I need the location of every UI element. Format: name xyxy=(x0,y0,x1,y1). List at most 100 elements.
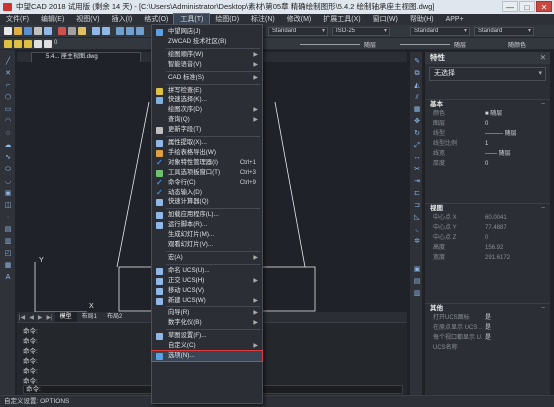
move-icon[interactable]: ✥ xyxy=(413,118,421,126)
hatch-icon[interactable]: ▤ xyxy=(4,226,12,234)
property-row[interactable]: 在原点显示 UCS ... 是 xyxy=(425,323,550,333)
tools-menu-item[interactable]: 生成幻灯片(M)... xyxy=(152,230,262,240)
region-icon[interactable]: ◰ xyxy=(4,250,12,258)
explode-icon[interactable]: ✲ xyxy=(413,238,421,246)
tools-menu-item[interactable]: 移动 UCS(V) xyxy=(152,286,262,296)
collapse-icon[interactable]: − xyxy=(541,204,545,214)
erase-icon[interactable]: ✎ xyxy=(413,58,421,66)
tools-menu-item[interactable]: 加载应用程序(L)... xyxy=(152,210,262,220)
layer-current-value[interactable]: 0 xyxy=(54,40,57,46)
property-row[interactable]: 中心点 Z 0 xyxy=(425,233,550,243)
extend-icon[interactable]: ⇥ xyxy=(413,178,421,186)
tool-palette-icon[interactable]: ▥ xyxy=(413,290,421,298)
lineweight-select[interactable]: 随层 xyxy=(454,40,466,49)
break-icon[interactable]: ⊏ xyxy=(413,190,421,198)
spline-icon[interactable]: ∿ xyxy=(4,154,12,162)
ellipse-arc-icon[interactable]: ◡ xyxy=(4,178,12,186)
sun-icon[interactable] xyxy=(34,40,42,48)
save-icon[interactable] xyxy=(24,27,32,35)
insert-block-icon[interactable]: ▣ xyxy=(4,190,12,198)
property-row[interactable]: 线型 ——— 随层 xyxy=(425,129,550,139)
tools-menu-item[interactable]: 运行脚本(R)... xyxy=(152,220,262,230)
arc-icon[interactable]: ◠ xyxy=(4,118,12,126)
polygon-icon[interactable]: ⬡ xyxy=(4,94,12,102)
stretch-icon[interactable]: ↔ xyxy=(413,154,421,162)
tools-menu-item[interactable]: 正交 UCS(H) ▶ xyxy=(152,276,262,286)
plot-style-select[interactable]: 随颜色 xyxy=(508,40,526,49)
table-icon[interactable]: ▦ xyxy=(4,262,12,270)
text-style-select[interactable]: Standard xyxy=(268,27,328,36)
tools-menu-item[interactable]: 属性提取(X)... xyxy=(152,138,262,148)
property-row[interactable]: 图层 0 xyxy=(425,119,550,129)
make-block-icon[interactable]: ◫ xyxy=(4,202,12,210)
menu-help[interactable]: 帮助(H) xyxy=(404,14,440,25)
tools-menu-item[interactable]: 拼写检查(E) xyxy=(152,86,262,96)
property-row[interactable]: 线宽 —— 随层 xyxy=(425,149,550,159)
preview-icon[interactable] xyxy=(44,27,52,35)
section-view-header[interactable]: 视图 − xyxy=(425,203,550,213)
tools-menu-item[interactable]: CAD 标准(S) ▶ xyxy=(152,73,262,83)
layer-manager-icon[interactable] xyxy=(4,40,12,48)
fillet-icon[interactable]: ◟ xyxy=(413,226,421,234)
circle-icon[interactable]: ○ xyxy=(4,130,12,138)
undo-icon[interactable] xyxy=(92,27,100,35)
prev-tab-icon[interactable]: ◀ xyxy=(27,314,36,321)
gradient-icon[interactable]: ▥ xyxy=(4,238,12,246)
table-style-select[interactable]: Standard xyxy=(410,27,470,36)
tools-menu-item[interactable]: 工具选项板窗口(T) Ctrl+3 xyxy=(152,168,262,178)
tools-menu-item[interactable]: ✓ 动态输入(D) xyxy=(152,188,262,198)
tools-menu-item[interactable]: 中望网店(J) xyxy=(152,27,262,37)
property-row[interactable]: 中心点 Y 77.4887 xyxy=(425,223,550,233)
menu-modify[interactable]: 修改(M) xyxy=(281,14,318,25)
line-icon[interactable]: ╱ xyxy=(4,58,12,66)
offset-icon[interactable]: ⫽ xyxy=(413,94,421,102)
linetype-select[interactable]: 随层 xyxy=(364,40,376,49)
property-row[interactable]: 打开UCS图标 是 xyxy=(425,313,550,323)
property-row[interactable]: 厚度 0 xyxy=(425,159,550,169)
menu-extend-tools[interactable]: 扩展工具(X) xyxy=(317,14,366,25)
rotate-icon[interactable]: ↻ xyxy=(413,130,421,138)
menu-insert[interactable]: 插入(I) xyxy=(106,14,139,25)
trim-icon[interactable]: ✂ xyxy=(413,166,421,174)
menu-file[interactable]: 文件(F) xyxy=(0,14,35,25)
tools-menu-item[interactable]: 自定义(C) ▶ xyxy=(152,341,262,351)
copy-icon[interactable] xyxy=(68,27,76,35)
menu-app-plus[interactable]: APP+ xyxy=(440,14,470,25)
section-basic-header[interactable]: 基本 − xyxy=(425,99,550,109)
rectangle-icon[interactable]: ▭ xyxy=(4,106,12,114)
first-tab-icon[interactable]: |◀ xyxy=(17,314,27,321)
tools-menu-item[interactable]: 向导(R) ▶ xyxy=(152,308,262,318)
document-tab[interactable]: 5.4... 座主视图.dwg xyxy=(31,52,141,62)
scale-icon[interactable]: ⤢ xyxy=(413,142,421,150)
next-tab-icon[interactable]: ▶ xyxy=(36,314,45,321)
property-row[interactable]: 中心点 X 60.0041 xyxy=(425,213,550,223)
tools-menu-item[interactable]: 绘图顺序(W) ▶ xyxy=(152,50,262,60)
tools-menu-item[interactable]: 手绘表格导出(W) xyxy=(152,148,262,158)
tab-layout1[interactable]: 布局1 xyxy=(77,312,102,322)
tools-menu-item[interactable]: 查询(Q) ▶ xyxy=(152,115,262,125)
tab-model[interactable]: 模型 xyxy=(54,312,77,322)
close-button[interactable]: ✕ xyxy=(536,1,552,12)
layer-state-icon[interactable] xyxy=(14,40,22,48)
tools-menu-item[interactable]: ✓ 对象特性管理器(I) Ctrl+1 xyxy=(152,158,262,168)
menu-view[interactable]: 视图(V) xyxy=(70,14,105,25)
menu-window[interactable]: 窗口(W) xyxy=(367,14,404,25)
collapse-icon[interactable]: − xyxy=(541,304,545,314)
tools-menu-item[interactable]: 绘图次序(D) ▶ xyxy=(152,105,262,115)
open-file-icon[interactable] xyxy=(14,27,22,35)
zoom-icon[interactable] xyxy=(126,27,134,35)
redo-icon[interactable] xyxy=(102,27,110,35)
last-tab-icon[interactable]: ▶| xyxy=(44,314,54,321)
polyline-icon[interactable]: ⌐ xyxy=(4,82,12,90)
mirror-icon[interactable]: ◭ xyxy=(413,82,421,90)
tools-menu-item[interactable]: 快速计算器(Q) xyxy=(152,197,262,207)
tools-menu-item[interactable]: 观看幻灯片(V)... xyxy=(152,240,262,250)
cut-icon[interactable] xyxy=(58,27,66,35)
tools-menu-item[interactable]: 宏(A) ▶ xyxy=(152,253,262,263)
tools-menu-item[interactable]: ZWCAD 技术社区(B) xyxy=(152,37,262,47)
section-misc-header[interactable]: 其他 − xyxy=(425,303,550,313)
minimize-button[interactable]: — xyxy=(502,1,518,12)
property-row[interactable]: 高度 156.92 xyxy=(425,243,550,253)
paste-icon[interactable] xyxy=(78,27,86,35)
array-icon[interactable]: ▦ xyxy=(413,106,421,114)
